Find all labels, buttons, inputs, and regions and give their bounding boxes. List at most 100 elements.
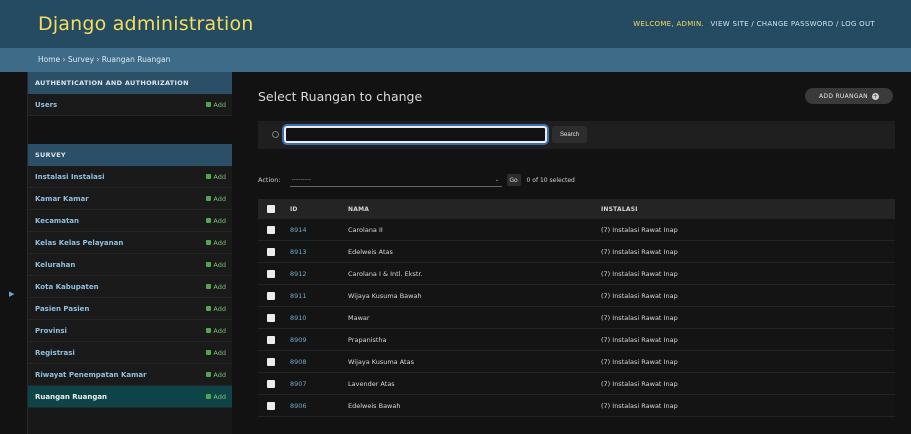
row-checkbox[interactable] [267, 335, 275, 344]
row-id-link[interactable]: 8906 [290, 402, 348, 410]
row-instalasi: (7) Instalasi Rawat Inap [601, 247, 678, 256]
row-checkbox[interactable] [267, 247, 275, 256]
table-row: 8914 Carolana II (7) Instalasi Rawat Inap [258, 219, 895, 241]
sidebar-item-label[interactable]: Pasien Pasien [35, 305, 89, 313]
breadcrumb-text[interactable]: Home › Survey › Ruangan Ruangan [38, 55, 170, 64]
sidebar-item-label[interactable]: Instalasi Instalasi [35, 173, 104, 181]
row-checkbox[interactable] [267, 313, 275, 322]
add-label: Add [213, 100, 226, 109]
add-link[interactable]: Add [206, 173, 226, 181]
column-header-nama[interactable]: NAMA [348, 206, 601, 213]
add-ruangan-button[interactable]: ADD RUANGAN + [805, 88, 893, 104]
row-checkbox[interactable] [267, 225, 275, 234]
plus-icon [206, 195, 212, 201]
search-button[interactable]: Search [552, 126, 587, 143]
column-header-instalasi[interactable]: INSTALASI [601, 206, 895, 213]
table-row: 8910 Mawar (7) Instalasi Rawat Inap [258, 307, 895, 329]
row-checkbox[interactable] [267, 401, 275, 410]
add-link[interactable]: Add [206, 217, 226, 225]
row-id-link[interactable]: 8910 [290, 314, 348, 322]
add-link[interactable]: Add [206, 305, 226, 313]
add-link[interactable]: Add [206, 283, 226, 291]
sidebar-item-label[interactable]: Kota Kabupaten [35, 283, 99, 291]
module-caption-auth[interactable]: AUTHENTICATION AND AUTHORIZATION [28, 72, 232, 94]
add-link[interactable]: Add [206, 261, 226, 269]
row-nama: Wijaya Kusuma Atas [348, 357, 414, 366]
row-select-cell [258, 269, 290, 278]
row-checkbox[interactable] [267, 379, 275, 388]
row-instalasi: (7) Instalasi Rawat Inap [601, 335, 678, 344]
row-id-link[interactable]: 8913 [290, 248, 348, 256]
selection-counter: 0 of 10 selected [526, 176, 575, 184]
row-nama: Mawar [348, 313, 370, 322]
action-select[interactable]: --------- ⌄ [289, 173, 502, 187]
row-nama: Edelweis Bawah [348, 401, 401, 410]
row-nama: Carolana I & Intl. Ekstr. [348, 269, 423, 278]
add-link[interactable]: Add [206, 239, 226, 247]
sidebar-item[interactable]: Kelas Kelas Pelayanan Add [28, 232, 232, 254]
sidebar-item-label[interactable]: Provinsi [35, 327, 67, 335]
add-label: Add [213, 216, 226, 225]
site-branding[interactable]: Django administration [38, 13, 254, 35]
survey-module-list: Instalasi Instalasi Add Kamar Kamar Add Keca… [28, 166, 232, 408]
sidebar-item[interactable]: Kelurahan Add [28, 254, 232, 276]
row-instalasi: (7) Instalasi Rawat Inap [601, 313, 678, 322]
row-select-cell [258, 291, 290, 300]
select-all-checkbox[interactable] [267, 205, 275, 213]
row-instalasi: (7) Instalasi Rawat Inap [601, 225, 678, 234]
add-link[interactable]: Add [206, 349, 226, 357]
row-checkbox[interactable] [267, 269, 275, 278]
user-tools-links[interactable]: VIEW SITE / CHANGE PASSWORD / LOG OUT [711, 20, 875, 28]
sidebar-item[interactable]: Riwayat Penempatan Kamar Add [28, 364, 232, 386]
sidebar-item-users[interactable]: Users Add [28, 94, 232, 116]
sidebar-item[interactable]: Pasien Pasien Add [28, 298, 232, 320]
add-link[interactable]: Add [206, 101, 226, 109]
row-nama: Carolana II [348, 225, 383, 234]
page-title: Select Ruangan to change [258, 89, 423, 104]
sidebar-item[interactable]: Registrasi Add [28, 342, 232, 364]
plus-icon [206, 283, 212, 289]
sidebar-item-label[interactable]: Users [35, 101, 57, 109]
sidebar-item-label[interactable]: Kelurahan [35, 261, 75, 269]
sidebar-item-label[interactable]: Kecamatan [35, 217, 79, 225]
row-checkbox[interactable] [267, 291, 275, 300]
module-spacer [28, 116, 232, 138]
sidebar-item[interactable]: Provinsi Add [28, 320, 232, 342]
sidebar-item[interactable]: Kamar Kamar Add [28, 188, 232, 210]
row-instalasi: (7) Instalasi Rawat Inap [601, 269, 678, 278]
table-row: 8913 Edelweis Atas (7) Instalasi Rawat Ina… [258, 241, 895, 263]
column-header-id[interactable]: ID [290, 206, 348, 213]
sidebar-item[interactable]: Kecamatan Add [28, 210, 232, 232]
row-instalasi: (7) Instalasi Rawat Inap [601, 401, 678, 410]
row-id-link[interactable]: 8914 [290, 226, 348, 234]
sidebar-item-label[interactable]: Registrasi [35, 349, 75, 357]
row-id-link[interactable]: 8908 [290, 358, 348, 366]
table-header: ID NAMA INSTALASI [258, 199, 895, 219]
row-checkbox[interactable] [267, 357, 275, 366]
sidebar-item[interactable]: Kota Kabupaten Add [28, 276, 232, 298]
row-instalasi: (7) Instalasi Rawat Inap [601, 291, 678, 300]
add-link[interactable]: Add [206, 371, 226, 379]
table-row: 8912 Carolana I & Intl. Ekstr. (7) Instala… [258, 263, 895, 285]
go-button[interactable]: Go [506, 174, 521, 186]
add-link[interactable]: Add [206, 393, 226, 401]
sidebar-item-label[interactable]: Kelas Kelas Pelayanan [35, 239, 123, 247]
sidebar-item-label[interactable]: Ruangan Ruangan [35, 393, 107, 401]
sidebar-item[interactable]: Instalasi Instalasi Add [28, 166, 232, 188]
content-main: Select Ruangan to change ADD RUANGAN + S… [232, 72, 911, 434]
row-id-link[interactable]: 8907 [290, 380, 348, 388]
search-icon [272, 131, 279, 138]
add-label: Add [213, 260, 226, 269]
add-link[interactable]: Add [206, 327, 226, 335]
search-input[interactable] [284, 126, 547, 143]
module-caption-survey[interactable]: SURVEY [28, 144, 232, 166]
row-id-link[interactable]: 8911 [290, 292, 348, 300]
row-id-link[interactable]: 8909 [290, 336, 348, 344]
add-link[interactable]: Add [206, 195, 226, 203]
sidebar-item[interactable]: Ruangan Ruangan Add [28, 386, 232, 408]
sidebar-item-label[interactable]: Kamar Kamar [35, 195, 89, 203]
row-nama: Prapanistha [348, 335, 387, 344]
nav-sidebar-toggle[interactable]: ▶ [0, 72, 28, 434]
sidebar-item-label[interactable]: Riwayat Penempatan Kamar [35, 371, 147, 379]
row-id-link[interactable]: 8912 [290, 270, 348, 278]
